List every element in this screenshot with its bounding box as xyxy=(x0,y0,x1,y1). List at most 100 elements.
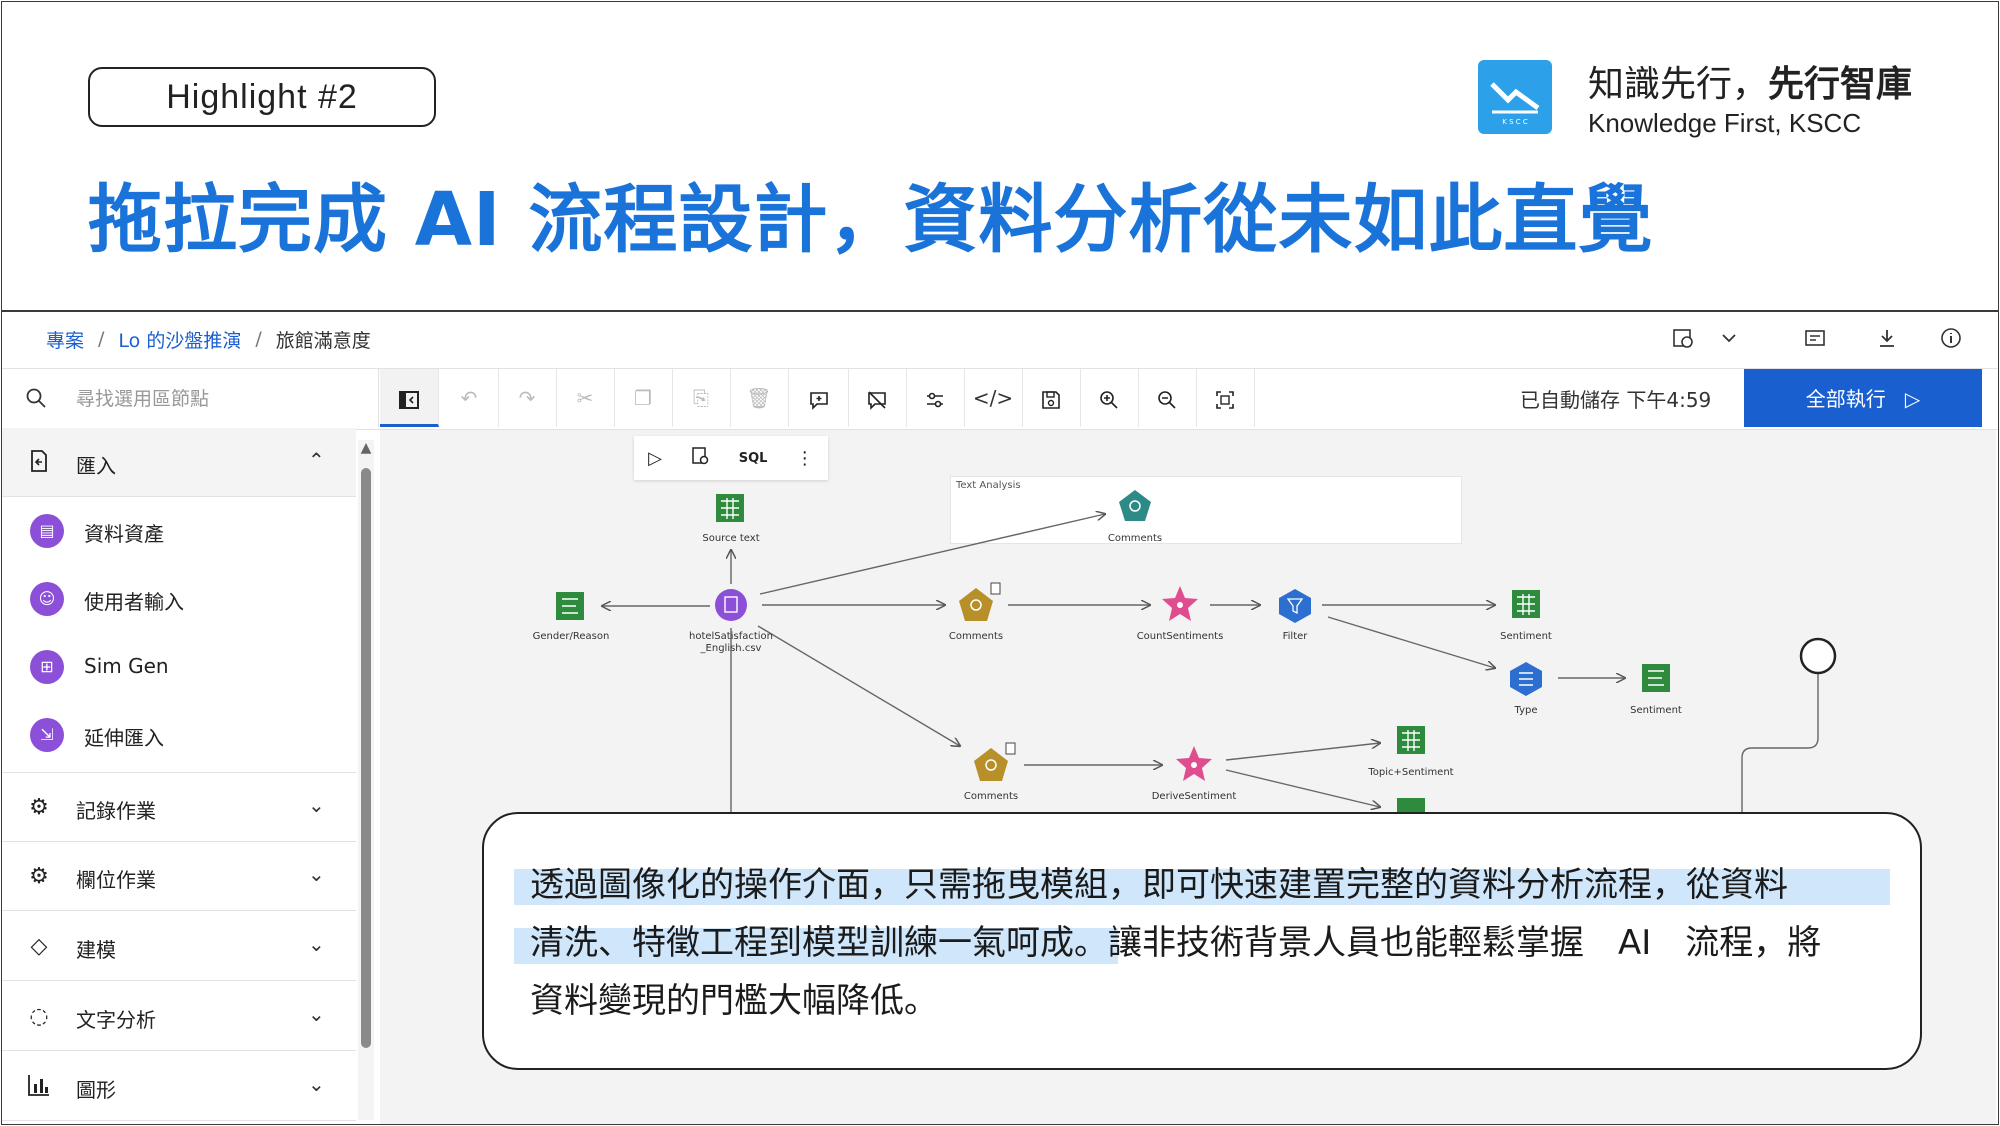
section-import[interactable]: 匯入 ⌃ xyxy=(2,428,356,497)
section-record-ops[interactable]: ⚙ 記錄作業 ⌄ xyxy=(2,772,356,842)
palette-item-data-asset[interactable]: ▤ 資料資產 xyxy=(2,496,356,564)
run-node-play-icon[interactable]: ▷ xyxy=(648,448,662,469)
sidebar-scrollbar-thumb[interactable] xyxy=(361,468,371,1048)
page-title: 拖拉完成 AI 流程設計，資料分析從未如此直覺 xyxy=(88,177,1654,263)
settings-sliders-button[interactable] xyxy=(906,369,965,427)
connector xyxy=(1741,656,1819,812)
node-label: Sentiment xyxy=(1630,705,1682,716)
extension-import-icon: ⇲ xyxy=(30,718,64,752)
node-label: Sentiment xyxy=(1500,631,1552,642)
node-gender-reason[interactable] xyxy=(556,592,584,620)
node-label: CountSentiments xyxy=(1136,631,1224,642)
delete-button[interactable]: 🗑 xyxy=(730,369,789,427)
toggle-sidebar-button[interactable] xyxy=(380,369,439,427)
search-icon xyxy=(24,386,48,410)
copy-button[interactable]: ❐ xyxy=(614,369,673,427)
sql-button[interactable]: SQL xyxy=(739,451,768,466)
zoom-out-button[interactable] xyxy=(1138,369,1197,427)
play-icon: ▷ xyxy=(1904,387,1921,411)
node-source-text[interactable] xyxy=(716,494,744,522)
kscc-logo: K S C C xyxy=(1478,60,1552,134)
palette-item-extension-import[interactable]: ⇲ 延伸匯入 xyxy=(2,700,356,768)
section-label: 文字分析 xyxy=(76,1008,156,1032)
palette-item-label: 資料資產 xyxy=(84,522,164,546)
graph-icon xyxy=(24,1072,54,1102)
callout-line-1: 透過圖像化的操作介面，只需拖曳模組，即可快速建置完整的資料分析流程，從資料 xyxy=(530,865,1788,905)
connector xyxy=(1327,616,1495,668)
text-analysis-icon: ◌ xyxy=(29,1004,49,1029)
node-comments-mid[interactable] xyxy=(959,582,1001,621)
scroll-up-arrow-icon[interactable]: ▲ xyxy=(358,440,374,456)
record-ops-icon: ⚙ xyxy=(29,795,49,820)
palette-item-label: 延伸匯入 xyxy=(84,726,164,750)
data-asset-icon: ▤ xyxy=(30,514,64,548)
sim-gen-icon: ⊞ xyxy=(30,650,64,684)
paste-button[interactable]: ⎘ xyxy=(672,369,731,427)
node-type[interactable] xyxy=(1510,662,1542,696)
node-derive-sentiment[interactable] xyxy=(1176,746,1212,781)
field-ops-icon: ⚙ xyxy=(29,864,49,889)
highlight-badge: Highlight #2 xyxy=(88,67,436,127)
node-count-sentiments[interactable] xyxy=(1162,586,1198,621)
chevron-down-icon: ⌄ xyxy=(308,932,325,956)
modeling-icon: ◇ xyxy=(30,934,48,959)
section-field-ops[interactable]: ⚙ 欄位作業 ⌄ xyxy=(2,842,356,911)
breadcrumb-separator: / xyxy=(98,328,105,350)
node-sentiment-2[interactable] xyxy=(1642,664,1670,692)
node-comments-low[interactable] xyxy=(974,742,1016,781)
chevron-down-icon: ⌄ xyxy=(308,793,325,817)
brand-slogan-zh: 知識先行，先行智庫 xyxy=(1588,64,1913,105)
section-label: 記錄作業 xyxy=(76,799,156,823)
node-hotel-satisfaction-csv[interactable] xyxy=(715,589,747,621)
node-label: Source text xyxy=(702,533,760,544)
callout-anchor-circle xyxy=(1799,637,1837,675)
callout-line-3: 資料變現的門檻大幅降低。 xyxy=(530,981,938,1021)
run-all-button[interactable]: 全部執行 ▷ xyxy=(1744,369,1982,427)
node-label: DeriveSentiment xyxy=(1151,791,1237,802)
flow-diagram xyxy=(556,490,1837,820)
palette-item-user-input[interactable]: ☺ 使用者輸入 xyxy=(2,564,356,632)
chevron-down-icon: ⌄ xyxy=(308,1002,325,1026)
more-options-icon[interactable]: ⋮ xyxy=(796,448,814,469)
save-version-button[interactable] xyxy=(1022,369,1081,427)
node-filter[interactable] xyxy=(1279,589,1311,623)
search-input[interactable] xyxy=(74,384,368,414)
section-text-analysis[interactable]: ◌ 文字分析 ⌄ xyxy=(2,982,356,1051)
chevron-down-icon[interactable] xyxy=(1716,326,1742,352)
palette-item-label: 使用者輸入 xyxy=(84,590,184,614)
breadcrumb-separator: / xyxy=(255,328,262,350)
node-label: Gender/Reason xyxy=(532,631,610,642)
palette-item-label: Sim Gen xyxy=(84,654,169,678)
chevron-down-icon: ⌄ xyxy=(308,862,325,886)
section-modeling[interactable]: ◇ 建模 ⌄ xyxy=(2,912,356,981)
schedule-icon[interactable] xyxy=(1670,326,1696,352)
node-label: Type xyxy=(1514,705,1538,716)
download-icon[interactable] xyxy=(1874,326,1900,352)
section-label: 欄位作業 xyxy=(76,868,156,892)
preview-node-icon[interactable] xyxy=(690,446,710,471)
code-view-button[interactable]: </> xyxy=(964,369,1023,427)
node-label: hotelSatisfaction xyxy=(689,631,773,642)
hide-comments-button[interactable] xyxy=(848,369,907,427)
palette-item-sim-gen[interactable]: ⊞ Sim Gen xyxy=(2,632,356,700)
breadcrumb-project[interactable]: 專案 xyxy=(46,326,84,353)
node-sentiment-1[interactable] xyxy=(1512,590,1540,618)
chevron-down-icon: ⌄ xyxy=(308,1072,325,1096)
node-context-toolbar: ▷ SQL ⋮ xyxy=(634,436,828,480)
section-graph[interactable]: 圖形 ⌄ xyxy=(2,1052,356,1121)
zoom-in-button[interactable] xyxy=(1080,369,1139,427)
fit-to-view-button[interactable] xyxy=(1196,369,1255,427)
node-topic-sentiment[interactable] xyxy=(1397,726,1425,754)
node-label: Comments xyxy=(1107,533,1163,544)
add-comment-button[interactable] xyxy=(790,369,849,427)
redo-button[interactable]: ↷ xyxy=(498,369,557,427)
breadcrumb-sandbox[interactable]: Lo 的沙盤推演 xyxy=(118,326,241,353)
node-label: Comments xyxy=(948,631,1004,642)
node-label: Topic+Sentiment xyxy=(1368,767,1454,778)
breadcrumb: 專案 / Lo 的沙盤推演 / 旅館滿意度 xyxy=(46,324,371,354)
cut-button[interactable]: ✂ xyxy=(556,369,615,427)
settings-icon[interactable] xyxy=(1802,326,1828,352)
info-icon[interactable] xyxy=(1938,326,1964,352)
node-comments-top[interactable] xyxy=(1119,490,1151,521)
undo-button[interactable]: ↶ xyxy=(440,369,499,427)
